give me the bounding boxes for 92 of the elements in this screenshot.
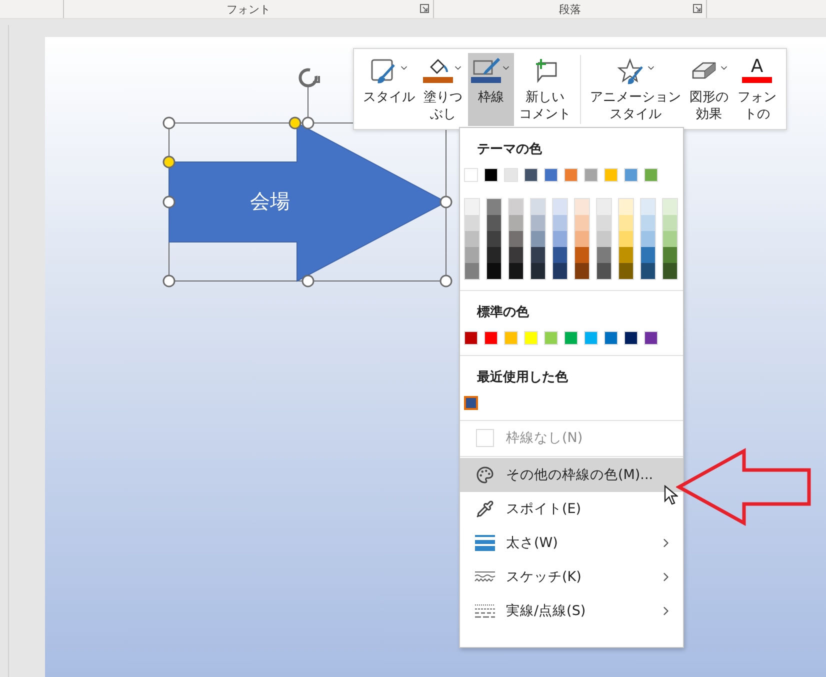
- color-swatch[interactable]: [641, 215, 655, 231]
- shape-text: 会場: [249, 188, 291, 215]
- color-swatch[interactable]: [641, 199, 655, 215]
- section-heading: 標準の色: [476, 304, 530, 321]
- color-swatch[interactable]: [531, 263, 545, 279]
- color-swatch[interactable]: [553, 263, 567, 279]
- dash-lines-icon: [474, 603, 496, 619]
- resize-handle[interactable]: [162, 274, 176, 288]
- menu-item[interactable]: スポイト(E): [460, 492, 683, 526]
- toolbar-button[interactable]: 枠線: [468, 53, 514, 126]
- color-swatch[interactable]: [619, 199, 633, 215]
- color-swatch[interactable]: [575, 199, 589, 215]
- color-swatch[interactable]: [663, 199, 677, 215]
- empty-checkbox-icon: [476, 429, 494, 447]
- color-swatch[interactable]: [531, 199, 545, 215]
- color-swatch[interactable]: [464, 396, 478, 410]
- star-brush-icon: [616, 57, 646, 85]
- color-swatch[interactable]: [575, 231, 589, 247]
- color-swatch[interactable]: [597, 199, 611, 215]
- color-swatch[interactable]: [597, 263, 611, 279]
- palette-icon: [476, 466, 494, 484]
- section-heading: 最近使用した色: [476, 369, 569, 386]
- outline-pen-icon: [471, 57, 501, 83]
- color-swatch[interactable]: [531, 215, 545, 231]
- ribbon-group-label: フォント: [226, 2, 270, 16]
- color-swatch[interactable]: [597, 231, 611, 247]
- menu-item[interactable]: 太さ(W): [460, 526, 683, 560]
- color-swatch[interactable]: [509, 263, 523, 279]
- menu-item[interactable]: その他の枠線の色(M)...: [460, 458, 683, 492]
- color-swatch[interactable]: [553, 215, 567, 231]
- color-swatch[interactable]: [487, 247, 501, 263]
- resize-handle[interactable]: [162, 116, 176, 130]
- color-swatch[interactable]: [597, 215, 611, 231]
- resize-handle[interactable]: [162, 196, 176, 208]
- sketch-lines-icon: [474, 570, 496, 584]
- color-swatch[interactable]: [597, 247, 611, 263]
- mouse-pointer-icon: [664, 485, 678, 505]
- color-swatch[interactable]: [465, 231, 479, 247]
- color-swatch[interactable]: [531, 247, 545, 263]
- color-swatch[interactable]: [465, 215, 479, 231]
- resize-handle[interactable]: [440, 196, 452, 208]
- color-swatch[interactable]: [553, 199, 567, 215]
- color-swatch[interactable]: [509, 215, 523, 231]
- color-swatch[interactable]: [553, 247, 567, 263]
- dialog-launcher-icon[interactable]: [693, 4, 702, 13]
- color-swatch[interactable]: [619, 263, 633, 279]
- color-swatch[interactable]: [575, 247, 589, 263]
- color-swatch[interactable]: [663, 247, 677, 263]
- color-swatch[interactable]: [465, 263, 479, 279]
- color-swatch[interactable]: [575, 215, 589, 231]
- color-swatch[interactable]: [663, 215, 677, 231]
- resize-handle[interactable]: [302, 274, 314, 288]
- color-swatch[interactable]: [663, 263, 677, 279]
- resize-handle[interactable]: [440, 274, 452, 288]
- dialog-launcher-icon[interactable]: [420, 4, 429, 13]
- toolbar-button[interactable]: 塗りつ ぶし: [420, 53, 466, 126]
- color-swatch[interactable]: [575, 263, 589, 279]
- color-swatch[interactable]: [641, 263, 655, 279]
- adjustment-handle[interactable]: [162, 156, 176, 168]
- rotate-handle-icon[interactable]: [298, 68, 320, 88]
- toolbar-button[interactable]: 新しい コメント: [516, 53, 574, 126]
- color-swatch[interactable]: [553, 231, 567, 247]
- pointer-arrow-icon: [676, 448, 812, 526]
- color-swatch[interactable]: [487, 231, 501, 247]
- fill-bucket-icon: [423, 57, 453, 83]
- color-swatch[interactable]: [487, 199, 501, 215]
- color-swatch[interactable]: [641, 247, 655, 263]
- menu-item[interactable]: 実線/点線(S): [460, 594, 683, 628]
- color-swatch[interactable]: [619, 215, 633, 231]
- color-swatch[interactable]: [465, 199, 479, 215]
- resize-handle[interactable]: [302, 116, 314, 130]
- ribbon-group-label: 段落: [559, 2, 581, 16]
- line-weight-icon: [474, 534, 496, 552]
- eyedropper-icon: [476, 500, 494, 518]
- color-swatch[interactable]: [619, 247, 633, 263]
- color-swatch[interactable]: [509, 247, 523, 263]
- color-swatch[interactable]: [487, 263, 501, 279]
- color-swatch[interactable]: [663, 231, 677, 247]
- color-swatch[interactable]: [509, 231, 523, 247]
- color-swatch[interactable]: [487, 215, 501, 231]
- color-swatch[interactable]: [619, 231, 633, 247]
- toolbar-button[interactable]: A フォン トの: [734, 53, 780, 126]
- color-swatch[interactable]: [641, 231, 655, 247]
- adjustment-handle[interactable]: [288, 116, 302, 130]
- section-heading: テーマの色: [476, 141, 543, 158]
- color-swatch[interactable]: [509, 199, 523, 215]
- toolbar-button[interactable]: 図形の 効果: [686, 53, 732, 126]
- toolbar-button[interactable]: アニメーション スタイル: [587, 53, 684, 126]
- color-swatch[interactable]: [465, 247, 479, 263]
- menu-item[interactable]: スケッチ(K): [460, 560, 683, 594]
- color-swatch[interactable]: [531, 231, 545, 247]
- toolbar-button[interactable]: スタイル: [360, 53, 418, 126]
